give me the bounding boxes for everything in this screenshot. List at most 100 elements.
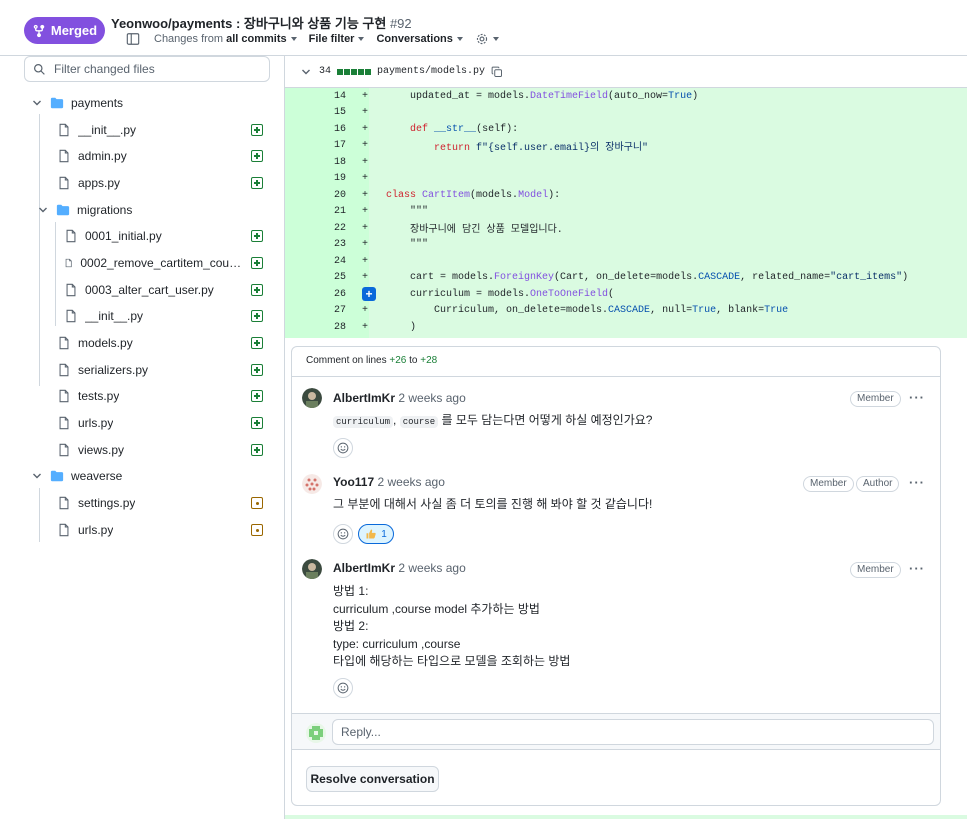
tree-file-settings[interactable]: settings.py	[57, 492, 135, 514]
tree-file-migrations-init[interactable]: __init__.py	[64, 305, 143, 327]
conversations-dropdown[interactable]: Conversations	[376, 33, 463, 45]
tree-folder-migrations[interactable]: migrations	[38, 199, 132, 221]
filter-files-box[interactable]	[24, 56, 270, 82]
avatar[interactable]	[302, 559, 322, 579]
tree-file-0002[interactable]: 0002_remove_cartitem_course_and_more.py	[64, 252, 242, 274]
diff-sign: +	[362, 173, 369, 185]
diff-file-header: 34 payments/models.py	[285, 56, 967, 88]
code-line: 21 + """	[285, 204, 967, 221]
kebab-horizontal-icon[interactable]: ···	[909, 391, 925, 406]
line-number[interactable]: 24	[285, 256, 360, 267]
thumbs-up-reaction[interactable]: 1	[358, 524, 394, 544]
tree-file-apps[interactable]: apps.py	[57, 172, 120, 194]
code-line: 28 + )	[285, 319, 967, 336]
line-number[interactable]: 16	[285, 124, 360, 135]
line-number[interactable]: 28	[285, 322, 360, 333]
line-number[interactable]: 17	[285, 140, 360, 151]
code-text: 장바구니에 담긴 상품 모델입니다.	[386, 225, 563, 237]
line-number[interactable]: 23	[285, 239, 360, 250]
file-icon	[59, 336, 69, 350]
kebab-horizontal-icon[interactable]: ···	[909, 476, 925, 491]
diffstat-bar	[337, 68, 372, 75]
sidebar-toggle-icon[interactable]	[126, 32, 140, 46]
comment-author[interactable]: AlbertImKr	[333, 391, 395, 405]
code-token: def	[410, 123, 429, 135]
resolve-conversation-button[interactable]: Resolve conversation	[306, 766, 439, 792]
tree-file-tests[interactable]: tests.py	[57, 385, 119, 407]
file-path[interactable]: payments/models.py	[377, 66, 485, 77]
thumbs-up-icon	[366, 529, 376, 539]
copy-icon[interactable]	[491, 66, 503, 78]
code-line: 15 +	[285, 105, 967, 122]
file-filter-dropdown[interactable]: File filter	[309, 33, 365, 45]
code-text: def __str__(self):	[386, 124, 518, 135]
comment-header: AlbertImKr 2 weeks ago	[333, 561, 466, 575]
comment-on-label: Comment on lines	[306, 355, 387, 366]
file-label: urls.py	[78, 523, 114, 537]
tree-file-serializers[interactable]: serializers.py	[57, 359, 148, 381]
reaction-count: 1	[381, 528, 387, 540]
tree-file-models[interactable]: models.py	[57, 332, 133, 354]
comment-line: 타입에 해당하는 타입으로 모델을 조회하는 방법	[333, 654, 571, 668]
comment-author[interactable]: AlbertImKr	[333, 561, 395, 575]
code-token: __str__	[434, 123, 477, 135]
folder-icon	[50, 470, 64, 482]
comment-time[interactable]: 2 weeks ago	[377, 475, 444, 489]
line-number[interactable]: 27	[285, 305, 360, 316]
tree-file-0001[interactable]: 0001_initial.py	[64, 225, 162, 247]
line-number[interactable]: 22	[285, 223, 360, 234]
code-line: 25 + cart = models.ForeignKey(Cart, on_de…	[285, 270, 967, 287]
tree-file-init[interactable]: __init__.py	[57, 119, 136, 141]
add-reaction-button[interactable]	[333, 678, 353, 698]
diff-sign: +	[362, 206, 369, 218]
add-reaction-button[interactable]	[333, 524, 353, 544]
add-comment-button[interactable]: +	[362, 287, 376, 301]
comment-time[interactable]: 2 weeks ago	[398, 391, 465, 405]
comment-body: 그 부분에 대해서 사실 좀 더 토의를 진행 해 봐야 할 것 같습니다!	[333, 496, 652, 514]
file-label: 0001_initial.py	[85, 229, 162, 243]
smiley-icon	[337, 682, 349, 694]
line-number[interactable]: 25	[285, 272, 360, 283]
tree-file-admin[interactable]: admin.py	[57, 145, 127, 167]
line-number[interactable]: 18	[285, 157, 360, 168]
file-icon	[66, 309, 76, 323]
line-number[interactable]: 26	[285, 289, 360, 300]
line-number[interactable]: 14	[285, 91, 360, 102]
tree-folder-payments[interactable]: payments	[32, 92, 123, 114]
chevron-down-icon	[39, 207, 47, 213]
code-line: 18 +	[285, 154, 967, 171]
tree-file-0003[interactable]: 0003_alter_cart_user.py	[64, 279, 214, 301]
chevron-down-icon[interactable]	[301, 67, 311, 77]
conversation-header: Comment on lines +26 to +28	[292, 347, 940, 377]
line-number[interactable]: 19	[285, 173, 360, 184]
file-icon	[59, 123, 69, 137]
reply-input[interactable]	[332, 719, 934, 745]
code-token: , blank=	[716, 305, 765, 317]
comment-time[interactable]: 2 weeks ago	[398, 561, 465, 575]
filter-files-input[interactable]	[54, 62, 254, 76]
avatar[interactable]	[302, 388, 322, 408]
changes-from-dropdown[interactable]: Changes from all commits	[154, 33, 297, 45]
caret-down-icon	[492, 37, 499, 41]
code-token: Model	[518, 189, 549, 201]
tree-file-urls[interactable]: urls.py	[57, 412, 113, 434]
code-text: updated_at = models.DateTimeField(auto_n…	[386, 91, 698, 102]
tree-folder-weaverse[interactable]: weaverse	[32, 465, 122, 487]
line-number[interactable]: 15	[285, 107, 360, 118]
code-token: updated_at = models.	[386, 90, 531, 102]
member-badge: Member	[850, 562, 901, 578]
merged-label: Merged	[50, 23, 98, 38]
settings-dropdown[interactable]	[475, 32, 499, 46]
comment-author[interactable]: Yoo117	[333, 475, 374, 489]
file-label: 0003_alter_cart_user.py	[85, 283, 214, 297]
member-badge: Member	[850, 391, 901, 407]
tree-file-views[interactable]: views.py	[57, 439, 124, 461]
avatar[interactable]	[302, 474, 322, 494]
add-reaction-button[interactable]	[333, 438, 353, 458]
kebab-horizontal-icon[interactable]: ···	[909, 562, 925, 577]
line-number[interactable]: 20	[285, 190, 360, 201]
tree-file-weaverse-urls[interactable]: urls.py	[57, 519, 113, 541]
code-line: 14 + updated_at = models.DateTimeField(au…	[285, 88, 967, 105]
comment-line: 방법 1:	[333, 584, 369, 598]
line-number[interactable]: 21	[285, 206, 360, 217]
